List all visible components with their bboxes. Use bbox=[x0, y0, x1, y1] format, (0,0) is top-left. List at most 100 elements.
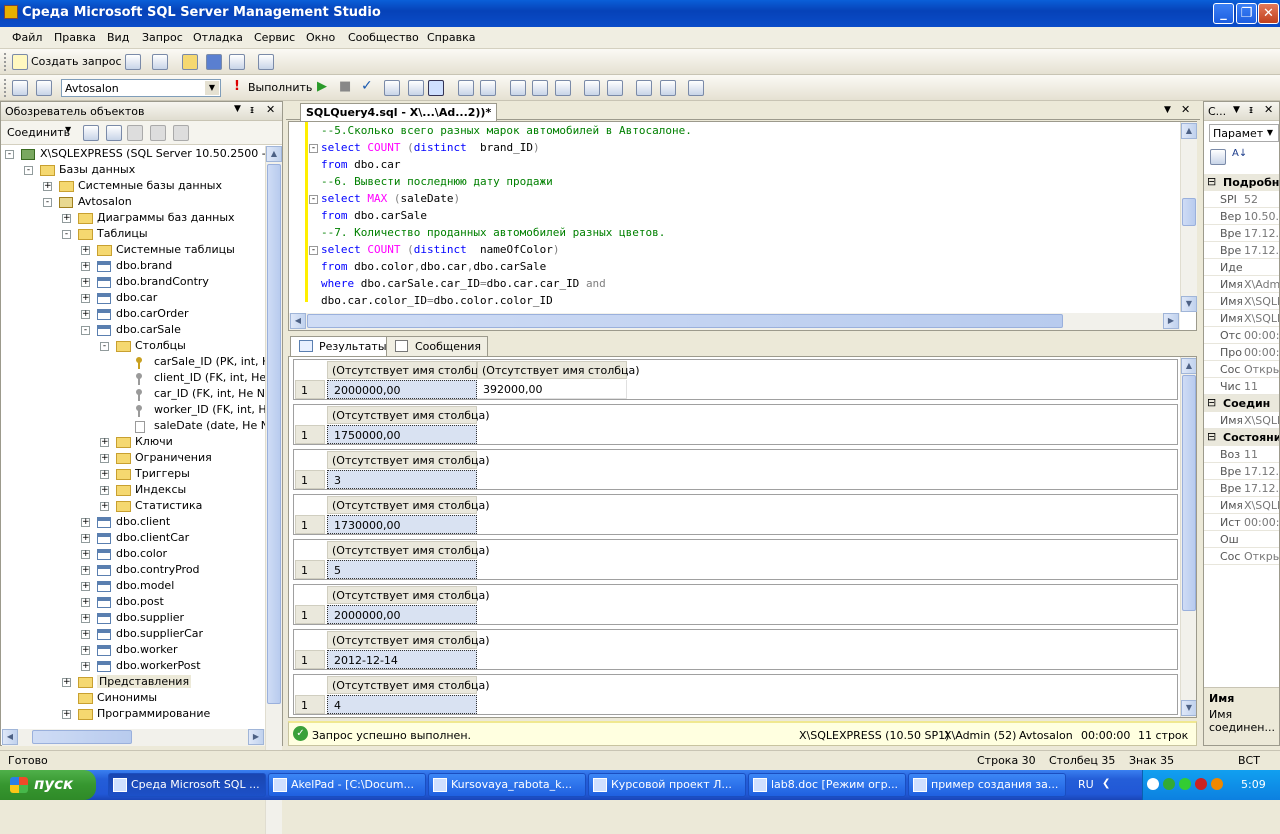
menu-query[interactable]: Запрос bbox=[142, 31, 183, 44]
filter-icon[interactable] bbox=[150, 125, 166, 141]
client-stats-icon[interactable] bbox=[480, 80, 496, 96]
expand-icon[interactable]: + bbox=[100, 470, 109, 479]
tree-node[interactable]: Синонимы bbox=[1, 690, 266, 706]
property-row[interactable]: Ист00:00:0 bbox=[1204, 514, 1279, 531]
property-row[interactable]: Имя X\SQLE bbox=[1204, 497, 1279, 514]
tree-vertical-scrollbar[interactable]: ▲ ▼ bbox=[265, 146, 282, 834]
expand-icon[interactable]: + bbox=[100, 454, 109, 463]
pin-icon[interactable]: ᵻ bbox=[250, 103, 254, 116]
expand-icon[interactable]: + bbox=[43, 182, 52, 191]
results-grid-icon[interactable] bbox=[532, 80, 548, 96]
tree-node[interactable]: + dbo.supplier bbox=[1, 610, 266, 626]
expand-icon[interactable]: + bbox=[100, 486, 109, 495]
increase-indent-icon[interactable] bbox=[660, 80, 676, 96]
chevron-down-icon[interactable]: ▼ bbox=[205, 81, 219, 95]
query-designer-icon[interactable] bbox=[408, 80, 424, 96]
property-row[interactable]: Имя X\SQLE bbox=[1204, 412, 1279, 429]
results-vertical-scrollbar[interactable]: ▲ ▼ bbox=[1180, 357, 1196, 717]
collapse-icon[interactable]: - bbox=[309, 195, 318, 204]
save-all-icon[interactable] bbox=[229, 54, 245, 70]
result-cell[interactable]: 2000000,00 bbox=[327, 380, 477, 399]
property-row[interactable]: Отс00:00:0 bbox=[1204, 327, 1279, 344]
new-query-button[interactable]: Создать запрос bbox=[31, 55, 122, 68]
expand-icon[interactable]: + bbox=[81, 534, 90, 543]
chevron-down-icon[interactable]: ▼ bbox=[1263, 126, 1277, 140]
save-icon[interactable] bbox=[206, 54, 222, 70]
stop-explorer-icon[interactable] bbox=[127, 125, 143, 141]
row-number[interactable]: 1 bbox=[295, 650, 325, 669]
collapse-icon[interactable]: ⊟ bbox=[1207, 175, 1216, 188]
specify-values-icon[interactable] bbox=[688, 80, 704, 96]
results-to-grid-icon[interactable] bbox=[428, 80, 444, 96]
row-number[interactable]: 1 bbox=[295, 470, 325, 489]
result-cell[interactable]: 3 bbox=[327, 470, 477, 489]
tab-messages[interactable]: Сообщения bbox=[386, 336, 489, 356]
column-header[interactable]: (Отсутствует имя столбца) bbox=[327, 361, 490, 379]
chevron-left-icon[interactable]: ❮ bbox=[1102, 778, 1110, 789]
tree-horizontal-scrollbar[interactable]: ◀ ▶ bbox=[2, 729, 265, 746]
uncomment-icon[interactable] bbox=[607, 80, 623, 96]
categorized-icon[interactable] bbox=[1210, 149, 1226, 165]
results-file-icon[interactable] bbox=[555, 80, 571, 96]
chevron-down-icon[interactable]: ▼ bbox=[1164, 105, 1171, 115]
column-header[interactable]: (Отсутствует имя столбца) bbox=[327, 676, 490, 694]
expand-icon[interactable]: + bbox=[81, 662, 90, 671]
property-row[interactable]: Сос Откры bbox=[1204, 361, 1279, 378]
collapse-icon[interactable]: - bbox=[309, 144, 318, 153]
sort-az-icon[interactable]: A↓ bbox=[1232, 148, 1247, 159]
expand-icon[interactable]: + bbox=[81, 518, 90, 527]
maximize-button[interactable]: ❐ bbox=[1236, 3, 1257, 24]
tree-node[interactable]: - X\SQLEXPRESS (SQL Server 10.50.2500 - X… bbox=[1, 146, 266, 162]
expand-icon[interactable]: + bbox=[81, 614, 90, 623]
property-row[interactable]: Имя X\SQLE bbox=[1204, 310, 1279, 327]
tree-node[interactable]: - Avtosalon bbox=[1, 194, 266, 210]
result-cell[interactable]: 2012-12-14 bbox=[327, 650, 477, 669]
expand-icon[interactable]: + bbox=[81, 646, 90, 655]
tree-node[interactable]: - Столбцы bbox=[1, 338, 266, 354]
menu-tools[interactable]: Сервис bbox=[254, 31, 295, 44]
column-header[interactable]: (Отсутствует имя столбца) bbox=[327, 496, 490, 514]
result-cell[interactable]: 392000,00 bbox=[477, 380, 627, 399]
tree-node[interactable]: + dbo.supplierCar bbox=[1, 626, 266, 642]
tree-node[interactable]: + dbo.car bbox=[1, 290, 266, 306]
tree-node[interactable]: + Диаграммы баз данных bbox=[1, 210, 266, 226]
row-number[interactable]: 1 bbox=[295, 515, 325, 534]
include-plan-icon[interactable] bbox=[458, 80, 474, 96]
expand-icon[interactable]: + bbox=[81, 246, 90, 255]
expand-icon[interactable]: + bbox=[81, 598, 90, 607]
taskbar-item-kursovaya[interactable]: Kursovaya_rabota_k... bbox=[428, 773, 586, 797]
tree-node[interactable]: + dbo.contryProd bbox=[1, 562, 266, 578]
stop-icon[interactable]: ■ bbox=[339, 79, 351, 94]
pin-icon[interactable]: ᵻ bbox=[1249, 103, 1253, 116]
editor-vertical-scrollbar[interactable]: ▲ ▼ bbox=[1180, 122, 1197, 312]
expand-icon[interactable]: + bbox=[81, 294, 90, 303]
taskbar-item-ssms[interactable]: Среда Microsoft SQL ... bbox=[108, 773, 266, 797]
connect-explorer-icon[interactable] bbox=[83, 125, 99, 141]
row-number[interactable]: 1 bbox=[295, 605, 325, 624]
tree-node[interactable]: + Системные базы данных bbox=[1, 178, 266, 194]
tree-node[interactable]: + Программирование bbox=[1, 706, 266, 722]
tree-node[interactable]: + Триггеры bbox=[1, 466, 266, 482]
menu-debug[interactable]: Отладка bbox=[193, 31, 243, 44]
connect-icon[interactable] bbox=[12, 80, 28, 96]
menu-community[interactable]: Сообщество bbox=[348, 31, 419, 44]
property-row[interactable]: Иде bbox=[1204, 259, 1279, 276]
tree-node[interactable]: + dbo.post bbox=[1, 594, 266, 610]
expand-icon[interactable]: + bbox=[62, 214, 71, 223]
menu-view[interactable]: Вид bbox=[107, 31, 129, 44]
property-row[interactable]: SPI 52 bbox=[1204, 191, 1279, 208]
properties-object-select[interactable]: Параметр ▼ bbox=[1209, 124, 1279, 142]
menu-window[interactable]: Окно bbox=[306, 31, 335, 44]
expand-icon[interactable]: + bbox=[81, 550, 90, 559]
tree-node[interactable]: client_ID (FK, int, Не NUL bbox=[1, 370, 266, 386]
tray-icon-2[interactable] bbox=[1163, 778, 1175, 790]
language-indicator[interactable]: RU bbox=[1078, 778, 1094, 791]
property-row[interactable]: Сос Откры bbox=[1204, 548, 1279, 565]
tree-node[interactable]: + Статистика bbox=[1, 498, 266, 514]
menu-file[interactable]: Файл bbox=[12, 31, 42, 44]
expand-icon[interactable]: + bbox=[100, 438, 109, 447]
property-row[interactable]: Вре17.12.2 bbox=[1204, 242, 1279, 259]
editor-horizontal-scrollbar[interactable]: ◀ ▶ bbox=[289, 313, 1180, 330]
expand-icon[interactable]: + bbox=[81, 582, 90, 591]
refresh-icon[interactable] bbox=[173, 125, 189, 141]
